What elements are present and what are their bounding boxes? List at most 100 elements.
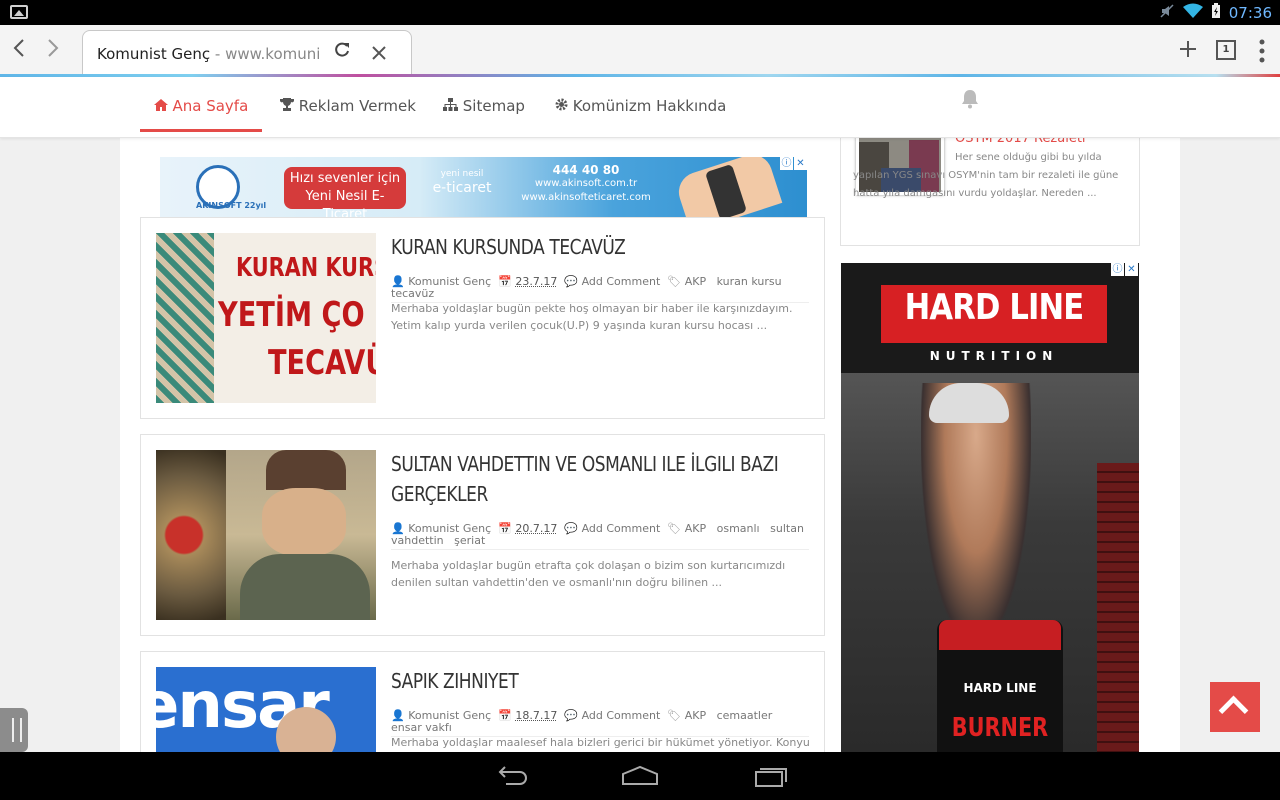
post-title[interactable]: KURAN KURSUNDA TECAVÜZ xyxy=(391,232,816,262)
ad-url1: www.akinsoft.com.tr xyxy=(534,178,638,189)
reload-icon[interactable] xyxy=(333,41,351,64)
post-meta: 👤 Komunist Genç 📅 23.7.17 💬 Add Comment … xyxy=(391,276,809,303)
post-tag[interactable]: AKP xyxy=(685,275,706,288)
post-tag[interactable]: ensar vakfı xyxy=(391,721,452,734)
ad-logo-text: AKINSOFT 22yıl xyxy=(196,201,267,210)
ad-slogan: Hızı sevenler için Yeni Nesil E-Ticaret xyxy=(284,167,406,217)
thumb-emblem xyxy=(156,450,226,620)
image-notification-icon xyxy=(10,5,28,19)
ad-close-icon[interactable]: ✕ xyxy=(1125,263,1138,276)
post-thumbnail[interactable]: ensar xyxy=(156,667,376,752)
ad-etic-line2: e-ticaret xyxy=(432,180,492,196)
post-date: 23.7.17 xyxy=(515,275,558,288)
adchoices-icon[interactable]: ⓘ xyxy=(1111,263,1124,276)
adchoices-icon[interactable]: ⓘ xyxy=(780,157,793,170)
android-nav-bar xyxy=(0,752,1280,800)
tags-icon: 🏷 xyxy=(667,522,682,535)
calendar-icon: 📅 xyxy=(498,709,512,722)
ad-close-icon[interactable]: ✕ xyxy=(794,157,807,170)
recents-nav-icon[interactable] xyxy=(750,762,790,790)
ad-contact: 444 40 80 www.akinsoft.com.tr www.akinso… xyxy=(516,163,656,205)
thumb-line3: TECAVÜ xyxy=(268,343,376,383)
gear-icon xyxy=(555,97,573,115)
forward-icon[interactable] xyxy=(42,38,64,63)
browser-tab[interactable]: Komunist Genç - www.komunistgenc.com xyxy=(82,30,412,75)
post-tag[interactable]: AKP xyxy=(685,522,706,535)
post-title[interactable]: SULTAN VAHDETTIN VE OSMANLI ILE İLGILI B… xyxy=(391,449,816,509)
post-card: ensar SAPIK ZIHNIYET 👤 Komunist Genç 📅 1… xyxy=(140,651,825,752)
calendar-icon: 📅 xyxy=(498,522,512,535)
nav-item-label: Ana Sayfa xyxy=(172,97,249,115)
thumb-pattern xyxy=(156,233,214,403)
ad-weight-rack xyxy=(1097,463,1139,752)
tab-url-text: www.komunistgenc.com xyxy=(225,45,319,63)
nav-item-advertise[interactable]: Reklam Vermek xyxy=(280,77,416,132)
nav-item-label: Sitemap xyxy=(462,97,525,115)
close-tab-icon[interactable] xyxy=(371,39,387,67)
new-tab-icon[interactable] xyxy=(1178,33,1198,66)
post-title[interactable]: SAPIK ZIHNIYET xyxy=(391,666,816,696)
recent-post-excerpt: Her sene olduğu gibi bu yılda yapılan YG… xyxy=(853,152,1119,199)
ad-product-lid xyxy=(939,620,1061,650)
android-status-bar: 07:36 xyxy=(0,0,1280,25)
ad-slogan-line1: Hızı sevenler için xyxy=(289,171,401,186)
ad-phone: 444 40 80 xyxy=(552,163,620,177)
site-navbar: Ana Sayfa Reklam Vermek Sitemap Komünizm… xyxy=(0,77,1280,138)
nav-item-about[interactable]: Komünizm Hakkında xyxy=(555,77,726,132)
post-comments-link[interactable]: Add Comment xyxy=(582,275,661,288)
nav-item-home[interactable]: Ana Sayfa xyxy=(140,77,262,132)
browser-toolbar: Komunist Genç - www.komunistgenc.com 1 xyxy=(0,25,1280,75)
page-content: AKINSOFT 22yıl Hızı sevenler için Yeni N… xyxy=(120,138,1180,752)
recent-posts-widget: OSYM 2017 Rezaleti Her sene olduğu gibi … xyxy=(840,138,1140,246)
nav-item-label: Komünizm Hakkında xyxy=(572,97,727,115)
post-tag[interactable]: cemaatler xyxy=(717,709,773,722)
tab-title[interactable]: Komunist Genç - www.komunistgenc.com xyxy=(97,41,319,67)
ad-brand: HARD LINE xyxy=(904,287,1085,328)
comment-icon: 💬 xyxy=(564,709,579,722)
ad-url2: www.akinsofteticaret.com xyxy=(521,192,651,203)
wifi-icon xyxy=(1182,3,1203,23)
nav-item-sitemap[interactable]: Sitemap xyxy=(443,77,525,132)
post-comments-link[interactable]: Add Comment xyxy=(582,709,661,722)
recent-post-title[interactable]: OSYM 2017 Rezaleti xyxy=(955,138,1086,146)
post-comments-link[interactable]: Add Comment xyxy=(582,522,661,535)
status-time: 07:36 xyxy=(1228,3,1272,22)
post-tag[interactable]: şeriat xyxy=(454,534,485,547)
tab-title-text: Komunist Genç xyxy=(97,45,211,63)
trophy-icon xyxy=(280,97,299,115)
tab-url-separator: - xyxy=(210,45,226,63)
banner-ad[interactable]: AKINSOFT 22yıl Hızı sevenler için Yeni N… xyxy=(160,157,807,217)
ad-product-brand: HARD LINE xyxy=(963,681,1037,695)
scroll-to-top-button[interactable] xyxy=(1210,682,1260,732)
back-nav-icon[interactable] xyxy=(492,762,532,790)
post-tag[interactable]: osmanlı xyxy=(717,522,760,535)
thumb-line1: KURAN KURS xyxy=(236,253,376,283)
comment-icon: 💬 xyxy=(564,522,579,535)
thumb-fez xyxy=(266,450,346,490)
post-tag[interactable]: AKP xyxy=(685,709,706,722)
home-nav-icon[interactable] xyxy=(620,762,660,790)
post-tag[interactable]: tecavüz xyxy=(391,287,434,300)
sitemap-icon xyxy=(443,97,463,115)
post-tag[interactable]: kuran kursu xyxy=(717,275,782,288)
post-thumbnail[interactable]: KURAN KURS YETİM ÇO TECAVÜ xyxy=(156,233,376,403)
thumb-uniform xyxy=(240,554,370,620)
sidebar-ad[interactable]: HARD LINE NUTRITION HARD LINE BURNER ⓘ ✕ xyxy=(841,263,1139,752)
post-excerpt: Merhaba yoldaşlar bugün etrafta çok dola… xyxy=(391,559,786,589)
comment-icon: 💬 xyxy=(564,275,579,288)
ad-etic-line1: yeni nesil xyxy=(440,169,484,179)
notification-bell-icon[interactable] xyxy=(960,89,980,109)
post-excerpt: Merhaba yoldaşlar maalesef hala bizleri … xyxy=(391,736,809,749)
back-icon[interactable] xyxy=(8,38,30,63)
nav-item-label: Reklam Vermek xyxy=(298,97,416,115)
thumb-face xyxy=(262,488,346,556)
post-thumbnail[interactable] xyxy=(156,450,376,620)
ad-slogan-line2: Yeni Nesil E-Ticaret xyxy=(305,189,385,217)
battery-icon xyxy=(1211,2,1221,23)
tab-switcher-button[interactable]: 1 xyxy=(1216,40,1236,60)
overflow-menu-icon[interactable] xyxy=(1254,35,1270,63)
tags-icon: 🏷 xyxy=(667,275,682,288)
home-icon xyxy=(153,97,173,115)
post-card: SULTAN VAHDETTIN VE OSMANLI ILE İLGILI B… xyxy=(140,434,825,636)
side-panel-handle[interactable] xyxy=(0,708,28,752)
